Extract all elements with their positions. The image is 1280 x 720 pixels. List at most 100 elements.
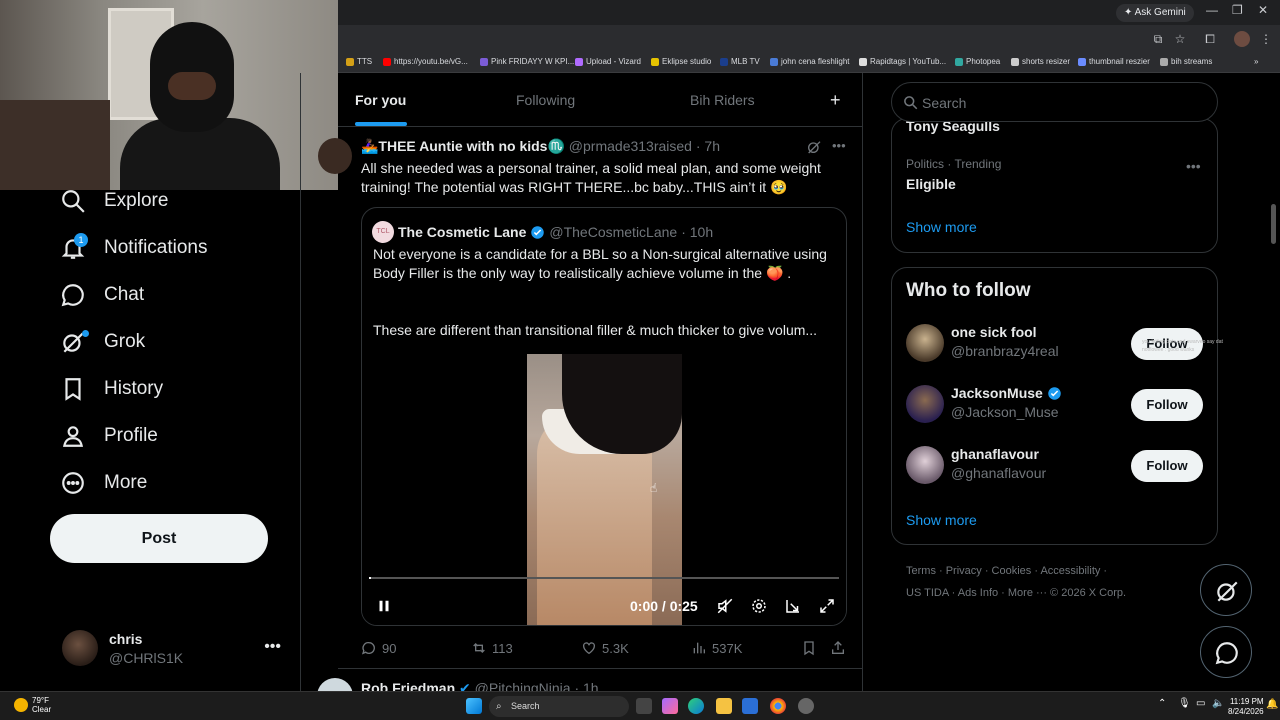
sidebar-item-more[interactable]: More [60, 467, 147, 499]
account-switcher[interactable]: chris @CHRlS1K ••• [62, 630, 287, 670]
show-more-trends-link[interactable]: Show more [906, 219, 977, 235]
bookmark-icon [575, 57, 583, 66]
app-icon[interactable] [798, 698, 814, 714]
search-input[interactable]: Search [922, 95, 966, 111]
fullscreen-icon[interactable] [818, 597, 836, 618]
sidebar-item-profile[interactable]: Profile [60, 420, 158, 452]
tweet-time[interactable]: · 7h [696, 138, 720, 154]
mouse-cursor-icon: ☝ [650, 481, 658, 495]
sidebar-item-explore[interactable]: Explore [60, 185, 168, 217]
mute-icon[interactable] [716, 597, 734, 618]
tweet-author-name[interactable]: 🚣🏾‍♀️THEE Auntie with no kids♏️ [361, 138, 565, 154]
browser-menu-icon[interactable]: ⋮ [1258, 31, 1274, 47]
notifications-icon[interactable]: 🔔 [1266, 699, 1278, 710]
minimize-icon[interactable]: — [1206, 3, 1218, 17]
bookmark-8[interactable]: Photopea [955, 57, 1000, 66]
views-button[interactable]: 537K [691, 640, 742, 656]
bookmark-star-icon[interactable]: ☆ [1172, 31, 1188, 47]
search-box[interactable]: Search [891, 82, 1218, 122]
task-view-icon[interactable] [636, 698, 652, 714]
store-icon[interactable] [742, 698, 758, 714]
bookmark-11[interactable]: bih streams [1160, 57, 1212, 66]
pause-icon[interactable] [375, 597, 393, 618]
extensions-icon[interactable]: ⧠ [1202, 31, 1218, 47]
microphone-icon[interactable]: 🎙 [1178, 698, 1191, 709]
tab-following[interactable]: Following [516, 92, 575, 108]
maximize-icon[interactable]: ❐ [1232, 3, 1243, 17]
bookmark-4[interactable]: Eklipse studio [651, 57, 711, 66]
tab-for-you[interactable]: For you [355, 92, 406, 108]
copilot-icon[interactable] [662, 698, 678, 714]
ask-gemini-button[interactable]: ✦ Ask Gemini [1116, 4, 1194, 22]
reply-button[interactable]: 90 [361, 640, 396, 656]
windows-start-icon[interactable] [466, 698, 482, 714]
repost-icon [473, 643, 485, 653]
follow-suggestion[interactable]: JacksonMuse @Jackson_Muse Follow [906, 385, 1206, 425]
follow-suggestion[interactable]: ghanaflavour @ghanaflavour Follow [906, 446, 1206, 486]
file-explorer-icon[interactable] [716, 698, 732, 714]
analytics-icon [693, 642, 705, 654]
grok-fab-button[interactable] [1200, 564, 1252, 616]
volume-icon[interactable]: 🔈 [1212, 698, 1224, 709]
grok-icon[interactable] [806, 139, 822, 155]
tweet-author-handle[interactable]: @prmade313raised [569, 138, 692, 154]
bookmark-7[interactable]: Rapidtags | YouTub... [859, 57, 946, 66]
bookmark-icon [1078, 57, 1086, 66]
bookmark-icon [480, 57, 488, 66]
bookmark-label: shorts resizer [1022, 57, 1071, 66]
settings-gear-icon[interactable] [750, 597, 768, 618]
tray-overflow-icon[interactable]: ⌃ [1158, 698, 1166, 709]
footer-links[interactable]: Terms · Privacy · Cookies · Accessibilit… [906, 565, 1107, 577]
follow-button[interactable]: Follow [1131, 450, 1203, 482]
page-scrollbar[interactable] [1271, 204, 1276, 244]
sidebar-item-chat[interactable]: Chat [60, 279, 144, 311]
trend-more-icon[interactable]: ••• [1186, 158, 1201, 174]
add-tab-icon[interactable]: + [830, 90, 841, 111]
sidebar-item-grok[interactable]: Grok [60, 326, 145, 358]
bookmark-5[interactable]: MLB TV [720, 57, 760, 66]
bookmark-6[interactable]: john cena fleshlight [770, 57, 850, 66]
tweet-more-icon[interactable]: ••• [832, 138, 846, 153]
messages-fab-button[interactable] [1200, 626, 1252, 678]
taskbar-clock[interactable]: 11:19 PM 8/24/2026 [1228, 697, 1264, 717]
bookmark-9[interactable]: shorts resizer [1011, 57, 1070, 66]
edge-icon[interactable] [688, 698, 704, 714]
chrome-icon[interactable] [770, 698, 786, 714]
share-button[interactable] [830, 640, 846, 656]
bookmark-2[interactable]: Pink FRIDAYY W KPI... [480, 57, 574, 66]
install-app-icon[interactable]: ⧉ [1150, 31, 1166, 47]
picture-in-picture-icon[interactable] [784, 597, 802, 618]
footer-links[interactable]: US TIDA · Ads Info · More ··· © 2026 X C… [906, 587, 1126, 599]
show-more-follow-link[interactable]: Show more [906, 512, 977, 528]
post-button[interactable]: Post [50, 514, 268, 563]
webcam-person-face [168, 72, 216, 100]
video-player[interactable]: 0:00 / 0:25 [362, 354, 846, 625]
bookmarks-overflow-icon[interactable]: » [1254, 57, 1258, 66]
bookmark-button[interactable] [801, 640, 817, 656]
close-icon[interactable]: ✕ [1258, 3, 1268, 17]
trend-name[interactable]: Eligible [906, 176, 956, 192]
bookmark-3[interactable]: Upload - Vizard [575, 57, 641, 66]
bookmark-0[interactable]: TTS [346, 57, 372, 66]
bookmark-10[interactable]: thumbnail reszier [1078, 57, 1150, 66]
who-to-follow-heading: Who to follow [906, 280, 1031, 301]
like-button[interactable]: 5.3K [581, 640, 629, 656]
taskbar-search[interactable]: ⌕ Search [489, 696, 629, 717]
avatar[interactable] [318, 138, 352, 174]
sidebar-item-history[interactable]: History [60, 373, 163, 405]
follow-button[interactable]: Follow [1131, 389, 1203, 421]
quoted-tweet[interactable]: TCL The Cosmetic Lane @TheCosmeticLane ·… [361, 207, 847, 626]
tweet-header: 🚣🏾‍♀️THEE Auntie with no kids♏️ @prmade3… [361, 138, 720, 155]
bookmark-1[interactable]: https://youtu.be/vG... [383, 57, 468, 66]
browser-profile-avatar[interactable] [1234, 31, 1250, 47]
tab-bih-riders[interactable]: Bih Riders [690, 92, 755, 108]
sidebar-item-notifications[interactable]: 1 Notifications [60, 232, 208, 264]
network-icon[interactable]: ▭ [1196, 698, 1205, 709]
video-progress-bar[interactable] [369, 577, 839, 579]
weather-widget[interactable]: 79°F Clear [32, 696, 51, 714]
clock-time: 11:19 PM [1229, 697, 1264, 706]
youtube-icon [383, 57, 391, 66]
reply-icon [361, 641, 375, 655]
repost-button[interactable]: 113 [471, 640, 513, 656]
more-options-icon[interactable]: ••• [264, 638, 281, 656]
